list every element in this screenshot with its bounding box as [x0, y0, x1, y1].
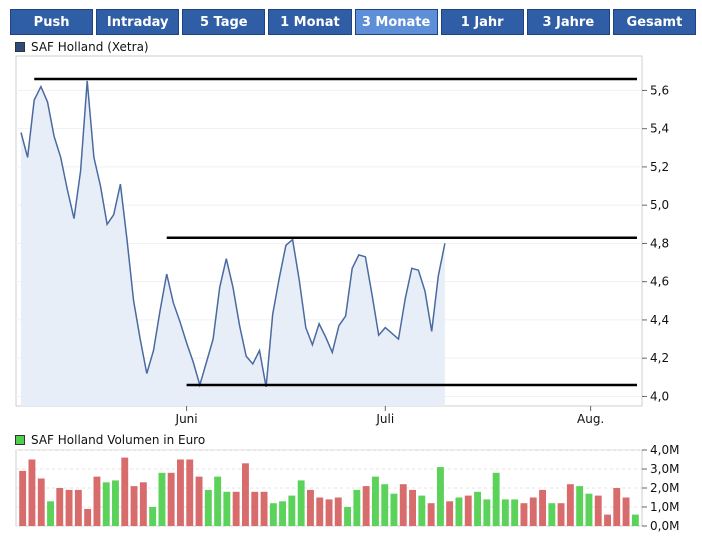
volume-bar — [344, 507, 351, 526]
volume-y-tick-label: 3,0M — [650, 462, 679, 476]
chart-canvas: 5,6 5,4 5,2 5,0 4,8 4,6 4,4 4,2 4,0 Juni Juli Aug. 4… — [15, 55, 679, 533]
volume-bar — [520, 503, 528, 526]
volume-bar — [381, 484, 389, 526]
price-y-tick-label: 4,6 — [650, 275, 669, 289]
volume-bar — [279, 501, 286, 526]
volume-bar — [177, 459, 184, 526]
volume-bar — [483, 499, 491, 526]
price-y-tick-label: 4,0 — [650, 389, 669, 403]
volume-bar — [65, 489, 73, 526]
price-y-tick-label: 5,6 — [650, 83, 669, 97]
volume-bar — [214, 476, 222, 526]
volume-bar — [167, 472, 175, 526]
volume-bar — [74, 489, 82, 526]
volume-bar — [195, 476, 203, 526]
volume-bar — [464, 495, 472, 526]
volume-bar — [158, 472, 166, 526]
price-y-tick-label: 4,2 — [650, 351, 669, 365]
volume-bar — [557, 503, 565, 526]
volume-bar — [585, 493, 593, 526]
volume-y-tick-label: 0,0M — [650, 519, 679, 533]
volume-y-tick-label: 2,0M — [650, 481, 679, 495]
volume-bar — [437, 467, 444, 526]
volume-bar — [269, 503, 277, 526]
volume-bar — [492, 472, 500, 526]
price-x-tick-label: Aug. — [577, 412, 604, 426]
volume-bar — [409, 489, 416, 526]
volume-bar — [84, 508, 92, 526]
price-y-tick-label: 5,2 — [650, 160, 669, 174]
volume-bar — [260, 491, 268, 526]
volume-bar — [604, 514, 611, 526]
volume-bar — [418, 495, 426, 526]
volume-bar — [223, 491, 231, 526]
volume-bar — [102, 482, 110, 526]
volume-bar — [307, 489, 314, 526]
volume-bar — [334, 497, 342, 526]
volume-bar — [529, 497, 537, 526]
volume-bar — [613, 488, 621, 526]
volume-bar — [325, 499, 333, 526]
volume-bar — [93, 476, 101, 526]
volume-bar — [28, 459, 36, 526]
volume-bar — [186, 459, 194, 526]
volume-bar — [353, 489, 361, 526]
volume-bar — [204, 489, 212, 526]
volume-bar — [372, 476, 379, 526]
price-x-tick-label: Juli — [375, 412, 394, 426]
volume-bar — [139, 482, 147, 526]
volume-bar — [297, 480, 305, 526]
volume-bar — [511, 499, 519, 526]
volume-bar — [501, 499, 509, 526]
volume-bar — [251, 491, 259, 526]
volume-bar — [539, 489, 546, 526]
price-y-tick-label: 5,4 — [650, 122, 669, 136]
volume-bar — [446, 501, 454, 526]
volume-bar — [19, 470, 27, 526]
volume-bar — [631, 514, 639, 526]
volume-bar — [242, 463, 249, 526]
volume-bar — [548, 503, 556, 526]
volume-bar — [455, 497, 463, 526]
price-x-tick-label: Juni — [175, 412, 198, 426]
volume-bar — [576, 486, 584, 526]
volume-bar — [390, 493, 398, 526]
volume-bar — [47, 501, 54, 526]
volume-y-tick-label: 1,0M — [650, 500, 679, 514]
price-y-tick-label: 4,8 — [650, 236, 669, 250]
volume-bar — [566, 484, 574, 526]
volume-bar — [427, 503, 435, 526]
price-y-tick-label: 5,0 — [650, 198, 669, 212]
volume-bar — [316, 497, 324, 526]
volume-bar — [37, 478, 45, 526]
volume-bar — [130, 486, 138, 526]
price-y-tick-label: 4,4 — [650, 313, 669, 327]
volume-y-tick-label: 4,0M — [650, 443, 679, 457]
volume-bar — [474, 491, 481, 526]
volume-bar — [622, 497, 630, 526]
volume-bar — [112, 480, 119, 526]
volume-bar — [149, 507, 157, 526]
volume-bar — [288, 495, 296, 526]
volume-bar — [594, 495, 602, 526]
volume-bar — [399, 484, 407, 526]
volume-bar — [232, 491, 240, 526]
volume-bar — [121, 457, 129, 526]
volume-bar — [56, 488, 64, 526]
volume-bar — [362, 486, 370, 526]
